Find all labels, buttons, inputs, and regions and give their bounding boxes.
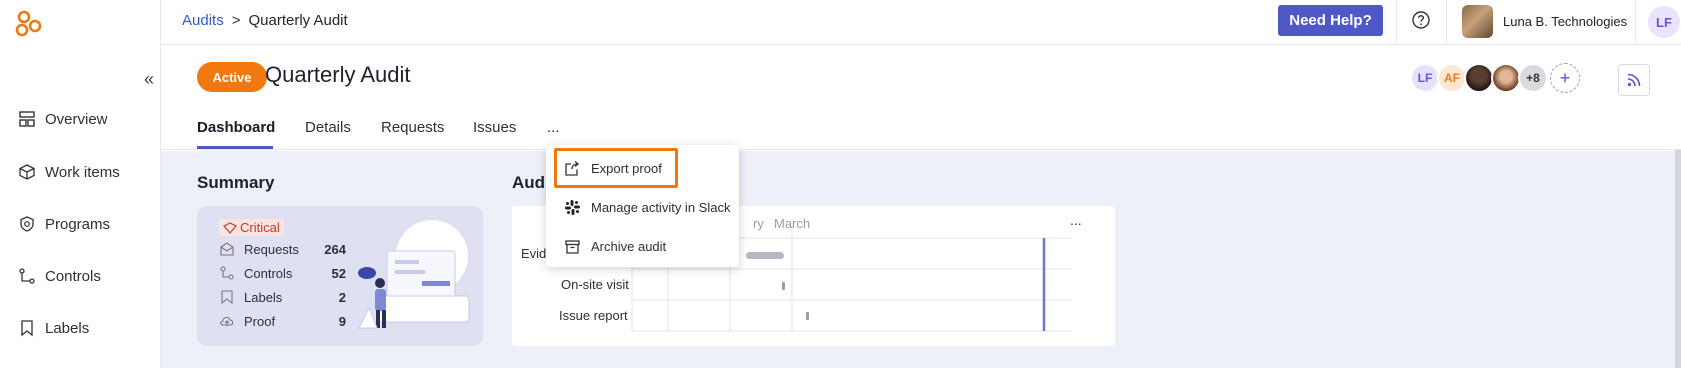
breadcrumb-current: Quarterly Audit bbox=[248, 12, 348, 29]
cloud-upload-icon bbox=[220, 316, 234, 326]
summary-row-requests[interactable]: Requests 264 bbox=[219, 241, 346, 257]
shield-icon bbox=[20, 216, 34, 232]
controls-icon bbox=[220, 266, 234, 280]
sidebar-item-overview[interactable]: Overview bbox=[18, 107, 108, 131]
sidebar: « Overview Work items Programs Controls … bbox=[0, 0, 161, 368]
help-question-icon[interactable] bbox=[1411, 10, 1431, 30]
status-badge: Active bbox=[197, 62, 267, 92]
org-avatar bbox=[1462, 5, 1493, 38]
overview-icon bbox=[19, 111, 35, 127]
summary-value: 9 bbox=[338, 313, 346, 329]
critical-label: Critical bbox=[240, 220, 280, 235]
tag-icon bbox=[221, 290, 233, 305]
timeline-row-label: On-site visit bbox=[561, 277, 629, 292]
controls-icon bbox=[19, 268, 35, 284]
sidebar-item-label: Controls bbox=[45, 267, 101, 285]
team-avatar[interactable]: LF bbox=[1410, 63, 1440, 93]
tab-details[interactable]: Details bbox=[305, 119, 351, 136]
critical-icon bbox=[223, 221, 237, 234]
timeline-row-label: Issue report bbox=[559, 308, 628, 323]
menu-item-slack[interactable]: Manage activity in Slack bbox=[546, 188, 739, 226]
breadcrumb: Audits > Quarterly Audit bbox=[182, 12, 348, 29]
cube-icon bbox=[19, 164, 35, 180]
menu-item-label: Manage activity in Slack bbox=[591, 199, 731, 215]
scrollbar[interactable] bbox=[1675, 150, 1681, 368]
divider bbox=[1635, 0, 1636, 45]
divider bbox=[1396, 0, 1397, 45]
org-name: Luna B. Technologies bbox=[1503, 14, 1628, 29]
summary-value: 264 bbox=[324, 241, 346, 257]
summary-row-proof[interactable]: Proof 9 bbox=[219, 313, 346, 329]
summary-value: 52 bbox=[331, 265, 346, 281]
summary-label: Proof bbox=[244, 313, 276, 329]
add-member-icon[interactable]: + bbox=[1550, 63, 1580, 93]
app-logo-icon[interactable] bbox=[14, 8, 44, 38]
breadcrumb-audits-link[interactable]: Audits bbox=[182, 12, 224, 29]
summary-row-controls[interactable]: Controls 52 bbox=[219, 265, 346, 281]
summary-label: Controls bbox=[244, 265, 293, 281]
export-icon bbox=[565, 160, 580, 176]
summary-row-labels[interactable]: Labels 2 bbox=[219, 289, 346, 305]
sidebar-item-controls[interactable]: Controls bbox=[18, 264, 101, 288]
team-avatar[interactable] bbox=[1491, 63, 1521, 93]
topbar: Audits > Quarterly Audit Need Help? Luna… bbox=[161, 0, 1681, 45]
team-avatars[interactable]: LF AF +8 + bbox=[1410, 63, 1580, 93]
critical-badge: Critical bbox=[219, 219, 284, 236]
menu-item-label: Export proof bbox=[591, 160, 662, 176]
team-more-count[interactable]: +8 bbox=[1518, 63, 1548, 93]
rss-feed-button[interactable] bbox=[1618, 64, 1650, 96]
menu-item-archive-audit[interactable]: Archive audit bbox=[546, 227, 739, 265]
tab-issues[interactable]: Issues bbox=[473, 119, 516, 136]
divider bbox=[1446, 0, 1447, 45]
rss-icon bbox=[1627, 73, 1641, 87]
summary-title: Summary bbox=[197, 173, 275, 192]
timeline-more-button[interactable]: ... bbox=[1070, 212, 1082, 228]
summary-value: 2 bbox=[338, 289, 346, 305]
sidebar-item-label: Overview bbox=[45, 110, 108, 128]
need-help-button[interactable]: Need Help? bbox=[1278, 5, 1383, 36]
tab-more[interactable]: ... bbox=[547, 119, 560, 136]
sidebar-item-work-items[interactable]: Work items bbox=[18, 160, 120, 184]
user-avatar[interactable]: LF bbox=[1648, 6, 1680, 38]
tab-dashboard[interactable]: Dashboard bbox=[197, 119, 275, 136]
active-tab-indicator bbox=[197, 146, 273, 149]
timeline-title: Audi bbox=[512, 173, 550, 192]
menu-item-export-proof[interactable]: Export proof bbox=[546, 149, 739, 187]
slack-icon bbox=[565, 199, 580, 215]
sidebar-item-label: Work items bbox=[45, 163, 120, 181]
team-avatar[interactable]: AF bbox=[1437, 63, 1467, 93]
audit-header: Active Quarterly Audit Dashboard Details… bbox=[161, 46, 1681, 150]
requests-icon bbox=[220, 242, 234, 256]
timeline-bar-onsite[interactable] bbox=[782, 282, 785, 290]
summary-label: Labels bbox=[244, 289, 283, 305]
summary-label: Requests bbox=[244, 241, 299, 257]
menu-item-label: Archive audit bbox=[591, 238, 667, 254]
dashboard-content: Summary Critical Requests 264 Controls 5… bbox=[161, 151, 1681, 368]
page-title: Quarterly Audit bbox=[265, 62, 411, 87]
tag-icon bbox=[21, 320, 33, 337]
summary-card: Critical Requests 264 Controls 52 Labels… bbox=[197, 206, 483, 346]
timeline-bar-evidence[interactable] bbox=[746, 252, 784, 259]
team-avatar[interactable] bbox=[1464, 63, 1494, 93]
sidebar-item-label: Labels bbox=[45, 319, 90, 337]
sidebar-item-labels[interactable]: Labels bbox=[18, 316, 89, 340]
collapse-sidebar-icon[interactable]: « bbox=[144, 70, 154, 88]
breadcrumb-separator: > bbox=[231, 12, 241, 29]
tab-requests[interactable]: Requests bbox=[381, 119, 444, 136]
timeline-month-label: ry bbox=[753, 216, 764, 231]
org-switcher[interactable]: Luna B. Technologies bbox=[1462, 5, 1627, 38]
sidebar-item-programs[interactable]: Programs bbox=[18, 212, 110, 236]
more-tabs-dropdown: Export proof Manage activity in Slack Ar… bbox=[546, 145, 739, 267]
timeline-bar-issue[interactable] bbox=[806, 312, 809, 320]
summary-illustration bbox=[358, 220, 470, 329]
sidebar-item-label: Programs bbox=[45, 215, 111, 233]
timeline-month-label: March bbox=[774, 216, 811, 231]
archive-icon bbox=[565, 239, 580, 254]
